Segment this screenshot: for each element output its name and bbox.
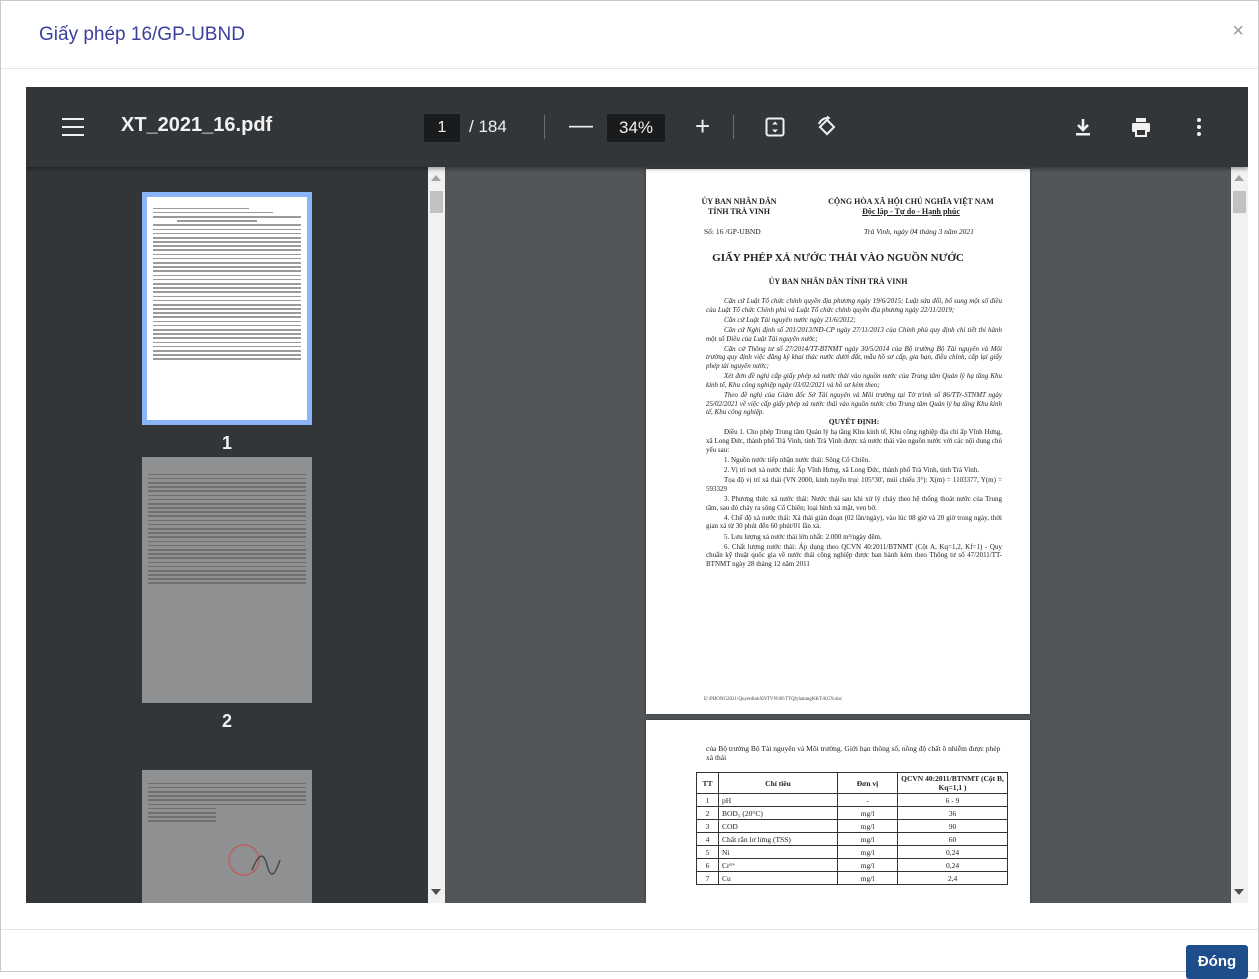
table-row: 5 Ni mg/l 0,24 bbox=[696, 845, 1008, 859]
menu-icon[interactable] bbox=[62, 118, 84, 136]
more-options-icon[interactable] bbox=[1187, 115, 1211, 139]
table-row: 7 Cu mg/l 2,4 bbox=[696, 871, 1008, 885]
header-org-left: ỦY BAN NHÂN DÂN TỈNH TRÀ VINH bbox=[701, 197, 777, 216]
document-issuer: ỦY BAN NHÂN DÂN TỈNH TRÀ VINH bbox=[768, 277, 908, 286]
modal-footer-divider bbox=[1, 929, 1258, 930]
zoom-in-button[interactable]: + bbox=[695, 111, 710, 141]
thumbnail-image bbox=[142, 770, 312, 903]
table-row: 2 BOD₅ (20°C) mg/l 36 bbox=[696, 806, 1008, 820]
pdf-page-1: ỦY BAN NHÂN DÂN TỈNH TRÀ VINH CỘNG HÒA XÃ… bbox=[646, 169, 1030, 714]
page-total: / 184 bbox=[469, 117, 507, 136]
document-body: Căn cứ Luật Tổ chức chính quyền địa phươ… bbox=[706, 297, 1002, 568]
page2-intro: của Bộ trưởng Bộ Tài nguyên và Môi trườn… bbox=[706, 744, 1001, 762]
toolbar-divider bbox=[544, 115, 545, 139]
pdf-filename: XT_2021_16.pdf bbox=[121, 114, 273, 136]
scroll-up-arrow[interactable] bbox=[431, 175, 441, 181]
thumbnail-image bbox=[142, 457, 312, 703]
thumbnail-page-3[interactable]: 3 bbox=[142, 770, 312, 903]
modal-dialog: Giấy phép 16/GP-UBND × XT_2021_16.pdf 1 … bbox=[0, 0, 1259, 979]
toolbar-divider bbox=[733, 115, 734, 139]
thumbnail-sidebar: 1 2 bbox=[26, 167, 444, 903]
thumbnail-page-1[interactable]: 1 bbox=[142, 192, 312, 454]
sidebar-scrollbar[interactable] bbox=[428, 167, 445, 903]
document-number: Số: 16 /GP-UBND bbox=[704, 227, 761, 236]
table-row: 1 pH -6 - 9 bbox=[696, 793, 1008, 807]
fit-page-icon[interactable] bbox=[763, 115, 787, 139]
file-path: E:\PHONG2021\QuyetdinhXNTVN\06\TTQlyhata… bbox=[704, 697, 843, 702]
document-scrollbar[interactable] bbox=[1231, 167, 1248, 903]
pdf-toolbar: XT_2021_16.pdf 1 / 184 — 34% + bbox=[26, 87, 1248, 167]
scroll-thumb[interactable] bbox=[1233, 191, 1246, 213]
close-icon[interactable]: × bbox=[1232, 21, 1244, 41]
pdf-viewer: XT_2021_16.pdf 1 / 184 — 34% + 1 2 ỦY BA… bbox=[26, 87, 1248, 903]
page-number-input[interactable]: 1 bbox=[424, 114, 460, 142]
pdf-page-2: của Bộ trưởng Bộ Tài nguyên và Môi trườn… bbox=[646, 720, 1030, 903]
stamp-image bbox=[228, 844, 281, 876]
scroll-down-arrow[interactable] bbox=[1234, 889, 1244, 895]
zoom-out-button[interactable]: — bbox=[569, 113, 593, 139]
document-title: GIẤY PHÉP XẢ NƯỚC THẢI VÀO NGUỒN NƯỚC bbox=[712, 252, 964, 264]
close-button[interactable]: Đóng bbox=[1186, 945, 1248, 979]
scroll-up-arrow[interactable] bbox=[1234, 175, 1244, 181]
table-row: 3 COD mg/l 90 bbox=[696, 819, 1008, 833]
thumbnail-image bbox=[142, 192, 312, 425]
zoom-level-input[interactable]: 34% bbox=[607, 114, 665, 142]
modal-title: Giấy phép 16/GP-UBND bbox=[39, 24, 245, 45]
thumbnail-label: 2 bbox=[221, 711, 232, 731]
download-icon[interactable] bbox=[1071, 115, 1095, 139]
limits-table: TT Chỉ tiêu Đơn vị QCVN 40:2011/BTNMT (C… bbox=[696, 772, 1008, 885]
table-row: 4 Chất rắn lơ lửng (TSS) mg/l 60 bbox=[696, 832, 1008, 846]
document-date: Trà Vinh, ngày 04 tháng 3 năm 2021 bbox=[864, 227, 974, 236]
thumbnail-page-2[interactable]: 2 bbox=[142, 457, 312, 732]
thumbnail-label: 1 bbox=[221, 433, 232, 453]
print-icon[interactable] bbox=[1129, 115, 1153, 139]
rotate-icon[interactable] bbox=[815, 115, 839, 139]
table-row: 6 Cr³⁺ mg/l 0,24 bbox=[696, 858, 1008, 872]
scroll-thumb[interactable] bbox=[430, 191, 443, 213]
header-org-right: CỘNG HÒA XÃ HỘI CHỦ NGHĨA VIỆT NAM Độc lậ… bbox=[828, 197, 994, 216]
modal-header: Giấy phép 16/GP-UBND × bbox=[1, 1, 1258, 69]
scroll-down-arrow[interactable] bbox=[431, 889, 441, 895]
